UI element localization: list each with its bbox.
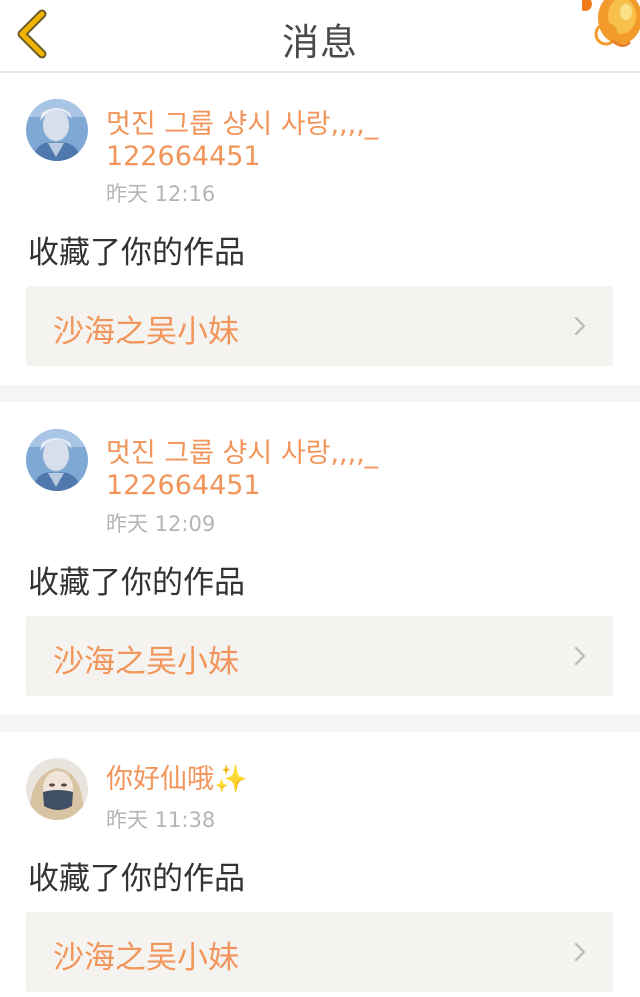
work-title: 沙海之吴小妹 — [53, 940, 239, 976]
username-link[interactable]: 멋진 그룹 샹시 사랑,,,,_122664451 — [106, 109, 386, 173]
username-link[interactable]: 你好仙哦✨ — [106, 764, 386, 796]
notification-card[interactable]: 你好仙哦✨ 昨天 11:38 收藏了你的作品 沙海之吴小妹 — [0, 732, 640, 997]
timestamp: 昨天 11:38 — [106, 808, 216, 832]
avatar[interactable] — [26, 429, 88, 491]
notification-message: 收藏了你的作品 — [28, 861, 245, 897]
notification-message: 收藏了你的作品 — [28, 565, 245, 601]
timestamp: 昨天 12:09 — [106, 512, 216, 536]
work-title: 沙海之吴小妹 — [53, 644, 239, 680]
page-title: 消息 — [282, 21, 358, 64]
avatar[interactable] — [26, 758, 88, 820]
timestamp: 昨天 12:16 — [106, 182, 216, 206]
work-link[interactable]: 沙海之吴小妹 — [26, 912, 613, 992]
notification-message: 收藏了你的作品 — [28, 235, 245, 271]
username-link[interactable]: 멋진 그룹 샹시 사랑,,,,_122664451 — [106, 438, 386, 502]
notification-card[interactable]: 멋진 그룹 샹시 사랑,,,,_122664451 昨天 12:09 收藏了你的… — [0, 402, 640, 715]
chevron-right-icon — [574, 646, 586, 666]
lantern-icon — [578, 0, 640, 60]
notification-card[interactable]: 멋진 그룹 샹시 사랑,,,,_122664451 昨天 12:16 收藏了你的… — [0, 73, 640, 385]
work-link[interactable]: 沙海之吴小妹 — [26, 616, 613, 696]
work-link[interactable]: 沙海之吴小妹 — [26, 286, 613, 366]
chevron-right-icon — [574, 942, 586, 962]
chevron-right-icon — [574, 316, 586, 336]
header-bar: 消息 — [0, 0, 640, 73]
avatar[interactable] — [26, 99, 88, 161]
work-title: 沙海之吴小妹 — [53, 314, 239, 350]
